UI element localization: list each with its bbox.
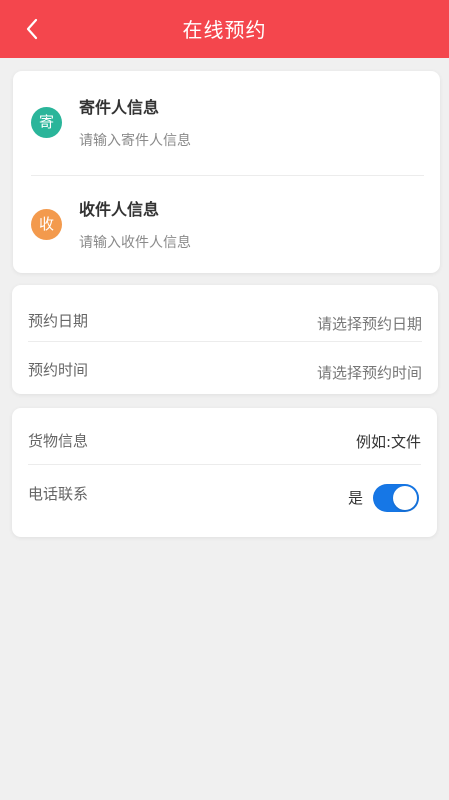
phone-contact-toggle-wrap: 是 xyxy=(348,483,419,513)
sender-hint: 请输入寄件人信息 xyxy=(79,133,191,149)
sender-title: 寄件人信息 xyxy=(79,98,160,117)
page-title: 在线预约 xyxy=(182,18,267,42)
cargo-info-label: 货物信息 xyxy=(28,432,89,450)
switch-knob xyxy=(393,486,417,510)
cargo-info-card: 货物信息 例如:文件 电话联系 是 xyxy=(12,408,437,537)
phone-contact-value: 是 xyxy=(347,489,363,507)
top-navigation-bar: 在线预约 xyxy=(0,0,449,58)
sender-info-row[interactable]: 寄 寄件人信息 请输入寄件人信息 xyxy=(13,73,440,167)
appointment-time-card: 预约日期 请选择预约日期 预约时间 请选择预约时间 xyxy=(12,285,438,394)
appointment-time-label: 预约时间 xyxy=(28,361,89,379)
appointment-date-value: 请选择预约日期 xyxy=(316,315,422,333)
phone-contact-label: 电话联系 xyxy=(28,485,89,503)
receiver-badge: 收 xyxy=(31,209,62,240)
appointment-date-label: 预约日期 xyxy=(28,312,89,330)
contact-info-card: 寄 寄件人信息 请输入寄件人信息 收 收件人信息 请输入收件人信息 xyxy=(13,71,440,273)
appointment-time-value: 请选择预约时间 xyxy=(316,364,422,382)
cargo-info-value: 例如:文件 xyxy=(355,433,421,451)
appointment-divider xyxy=(28,341,422,342)
appointment-time-row[interactable]: 预约时间 请选择预约时间 xyxy=(28,349,422,393)
sender-badge: 寄 xyxy=(31,107,62,138)
appointment-date-row[interactable]: 预约日期 请选择预约日期 xyxy=(28,300,422,344)
cargo-divider xyxy=(28,464,421,465)
receiver-hint: 请输入收件人信息 xyxy=(79,235,191,251)
receiver-info-row[interactable]: 收 收件人信息 请输入收件人信息 xyxy=(13,175,440,269)
cargo-info-row[interactable]: 货物信息 例如:文件 xyxy=(28,420,421,464)
phone-contact-switch[interactable] xyxy=(373,484,419,512)
receiver-title: 收件人信息 xyxy=(79,200,160,219)
phone-contact-row: 电话联系 是 xyxy=(28,473,421,517)
